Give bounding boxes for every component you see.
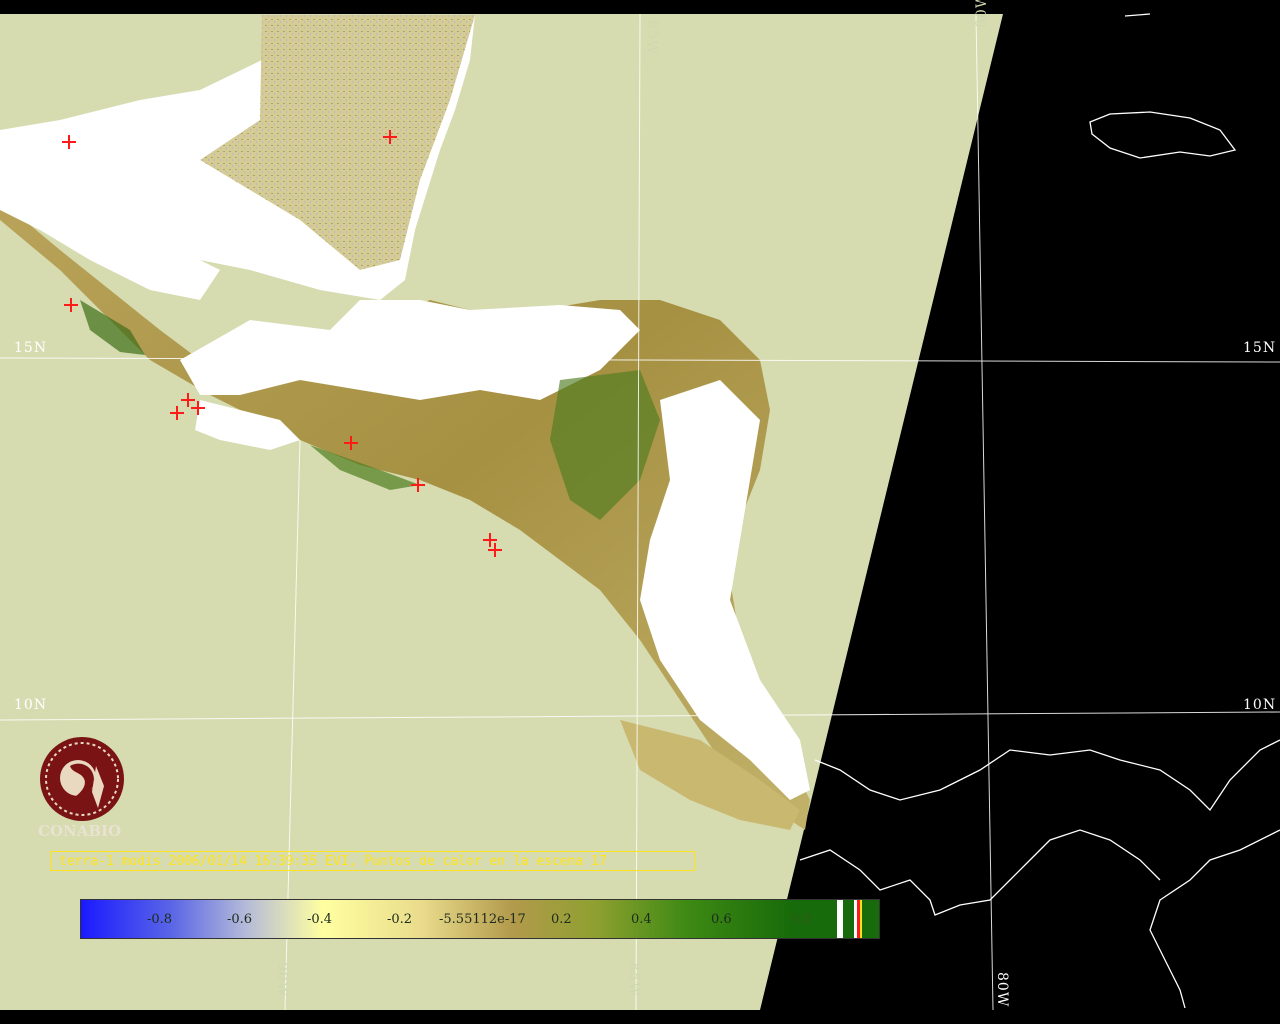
grid-label-10n-right: 10N [1243,697,1277,713]
scene-caption: terra-1 modis 2006/01/14 16:39:35 EVI, P… [50,851,695,871]
hotspot-swatch [857,900,860,938]
colorbar-tick: 0.6 [711,912,732,927]
colorbar-tick: -0.2 [387,912,413,927]
grid-label-15n-left: 15N [14,340,48,356]
colorbar-tick: -5.55112e-17 [439,912,526,927]
conabio-logo-icon [40,737,124,821]
colorbar-tick: 0.4 [631,912,652,927]
colorbar-tick: -0.4 [307,912,333,927]
grid-label-90w-bottom: 90W [274,962,290,998]
cloud-swatch [837,900,843,938]
colorbar-tick: -0.6 [227,912,253,927]
logo-name: CONABIO [38,822,122,840]
grid-label-85w-bottom: 85W [626,962,642,998]
grid-label-10n-left: 10N [14,697,48,713]
grid-label-15n-right: 15N [1243,340,1277,356]
colorbar-tick: -0.8 [147,912,173,927]
grid-label-85w-top: 85W [644,20,660,56]
grid-label-80w-bottom: 80W [994,972,1010,1008]
colorbar-tick: 0.8 [791,912,812,927]
grid-label-80w-top: 80W [974,0,990,28]
colorbar-tick: 0.2 [551,912,572,927]
evi-colorbar: -0.8 -0.6 -0.4 -0.2 -5.55112e-17 0.2 0.4… [80,899,880,939]
